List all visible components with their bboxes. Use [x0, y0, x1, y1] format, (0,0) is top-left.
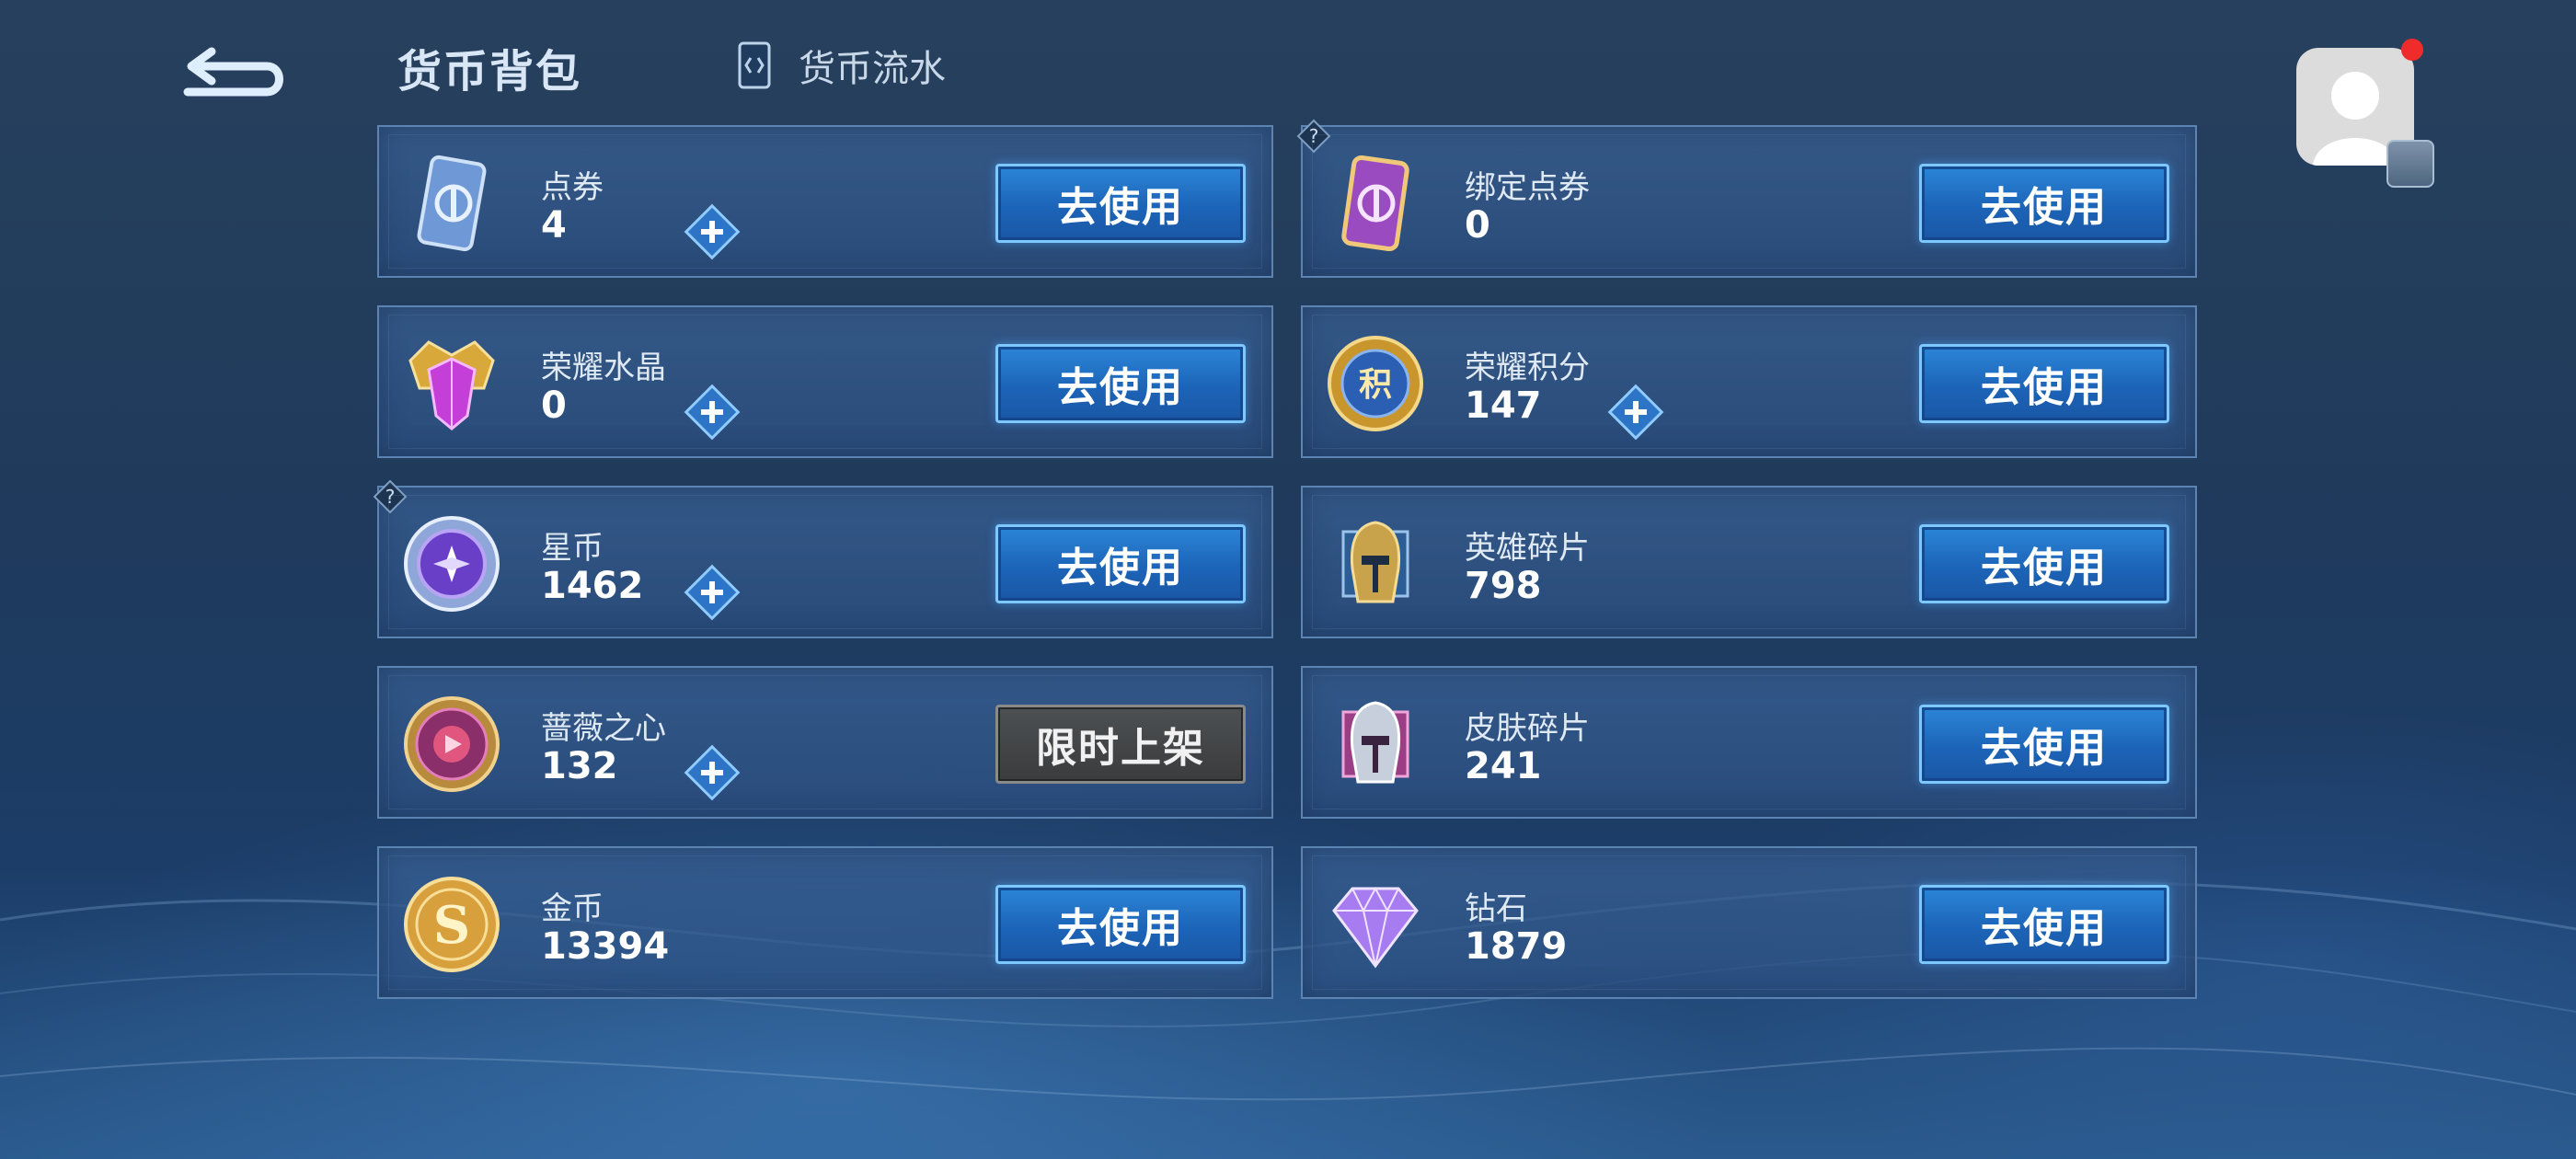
- add-glory-points-button[interactable]: [1606, 383, 1665, 442]
- currency-name: 金币: [541, 890, 604, 927]
- use-glory-points-button[interactable]: 去使用: [1919, 344, 2169, 423]
- coupon-ticket-icon: [417, 155, 487, 252]
- currency-name: 蔷薇之心: [541, 710, 666, 747]
- use-diamond-button[interactable]: 去使用: [1919, 885, 2169, 964]
- use-coupon-button[interactable]: 去使用: [995, 164, 1246, 243]
- gold-coin-icon: S: [404, 877, 500, 972]
- use-gold-coin-button[interactable]: 去使用: [995, 885, 1246, 964]
- currency-panel-coupon: 点券 4 去使用: [377, 125, 1273, 278]
- chat-badge-icon[interactable]: [2386, 140, 2434, 188]
- hero-fragment-icon: [1341, 521, 1409, 603]
- currency-value: 147: [1465, 384, 1542, 427]
- skin-fragment-icon: [1341, 701, 1409, 784]
- use-skin-fragment-button[interactable]: 去使用: [1919, 705, 2169, 784]
- svg-text:积: 积: [1359, 366, 1392, 404]
- currency-panel-skin-fragment: 皮肤碎片 241 去使用: [1301, 666, 2197, 819]
- add-glory-crystal-button[interactable]: [683, 383, 742, 442]
- add-coupon-button[interactable]: [683, 202, 742, 261]
- bound-coupon-icon: [1341, 155, 1409, 252]
- currency-name: 点券: [541, 169, 604, 206]
- add-rose-heart-button[interactable]: [683, 743, 742, 802]
- ledger-icon: [738, 41, 771, 89]
- back-arrow-icon: [183, 47, 283, 97]
- use-bound-coupon-button[interactable]: 去使用: [1919, 164, 2169, 243]
- rose-heart-icon: [404, 696, 500, 792]
- currency-value: 132: [541, 745, 618, 787]
- currency-panel-glory-crystal: 荣耀水晶 0 去使用: [377, 305, 1273, 458]
- currency-panel-star-coin: ? 星币 1462 去使用: [373, 479, 1273, 638]
- diamond-icon: [1332, 886, 1419, 969]
- currency-value: 798: [1465, 565, 1542, 607]
- back-button[interactable]: [175, 28, 294, 101]
- currency-value: 0: [1465, 204, 1490, 247]
- currency-name: 英雄碎片: [1465, 530, 1590, 567]
- currency-panel-diamond: 钻石 1879 去使用: [1301, 846, 2197, 999]
- currency-flow-link[interactable]: 货币流水: [727, 33, 946, 98]
- notification-dot: [2401, 39, 2423, 61]
- currency-value: 241: [1465, 745, 1542, 787]
- help-icon[interactable]: ?: [372, 478, 408, 515]
- currency-value: 1462: [541, 565, 644, 607]
- currency-panel-gold-coin: S 金币 13394 去使用: [377, 846, 1273, 999]
- use-hero-fragment-button[interactable]: 去使用: [1919, 524, 2169, 603]
- currency-name: 星币: [541, 530, 604, 567]
- svg-text:?: ?: [1309, 125, 1319, 147]
- add-star-coin-button[interactable]: [683, 563, 742, 622]
- currency-value: 0: [541, 384, 567, 427]
- currency-flow-label: 货币流水: [799, 48, 946, 90]
- help-icon[interactable]: ?: [1295, 118, 1332, 155]
- star-coin-icon: [404, 516, 500, 612]
- currency-name: 皮肤碎片: [1465, 710, 1590, 747]
- glory-crystal-icon: [408, 340, 495, 430]
- currency-name: 绑定点券: [1465, 169, 1590, 206]
- currency-panel-glory-points: 积 荣耀积分 147 去使用: [1301, 305, 2197, 458]
- currency-panel-rose-heart: 蔷薇之心 132 限时上架: [377, 666, 1273, 819]
- svg-text:?: ?: [385, 486, 396, 508]
- currency-value: 1879: [1465, 925, 1568, 968]
- svg-text:S: S: [433, 895, 470, 956]
- currency-panel-bound-coupon: ? 绑定点券 0 去使用: [1296, 119, 2197, 278]
- use-glory-crystal-button[interactable]: 去使用: [995, 344, 1246, 423]
- use-star-coin-button[interactable]: 去使用: [995, 524, 1246, 603]
- currency-name: 钻石: [1465, 890, 1527, 927]
- currency-value: 4: [541, 204, 567, 247]
- page-title: 货币背包: [397, 46, 582, 98]
- limited-listing-button[interactable]: 限时上架: [995, 705, 1246, 784]
- currency-value: 13394: [541, 925, 670, 968]
- currency-panel-hero-fragment: 英雄碎片 798 去使用: [1301, 486, 2197, 638]
- currency-name: 荣耀积分: [1465, 350, 1590, 386]
- currency-name: 荣耀水晶: [541, 350, 666, 386]
- glory-points-icon: 积: [1328, 336, 1423, 431]
